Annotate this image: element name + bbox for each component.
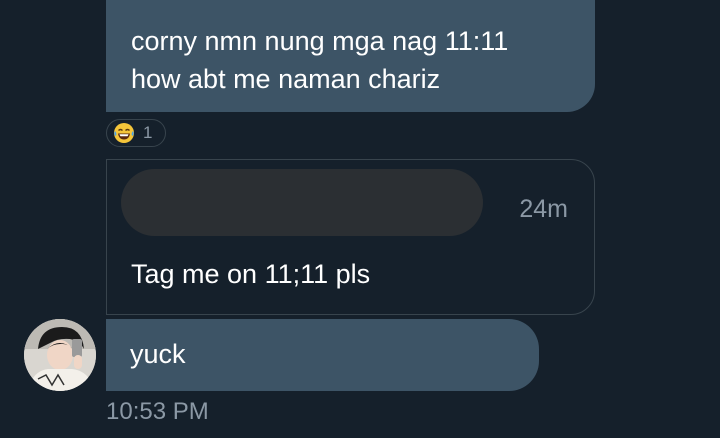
quoted-time: 24m <box>519 195 568 223</box>
reaction-count: 1 <box>143 123 153 142</box>
user-avatar-image <box>24 319 96 391</box>
dm-conversation: corny nmn nung mga nag 11:11 how abt me … <box>0 0 720 438</box>
redacted-content <box>121 169 483 236</box>
face-with-tears-of-joy-icon <box>114 123 134 143</box>
message-line: how abt me naman chariz <box>131 64 441 94</box>
message-timestamp: 10:53 PM <box>106 398 209 425</box>
avatar[interactable] <box>24 319 96 391</box>
reaction-pill[interactable]: 1 <box>106 119 166 147</box>
message-bubble[interactable]: yuck <box>106 319 539 391</box>
message-text: yuck <box>130 338 186 369</box>
quoted-text: Tag me on 11;11 pls <box>131 259 371 289</box>
message-line: corny nmn nung mga nag 11:11 <box>131 26 509 56</box>
quoted-message-card[interactable]: 24m Tag me on 11;11 pls <box>106 159 595 315</box>
message-bubble[interactable]: corny nmn nung mga nag 11:11 how abt me … <box>106 0 595 112</box>
